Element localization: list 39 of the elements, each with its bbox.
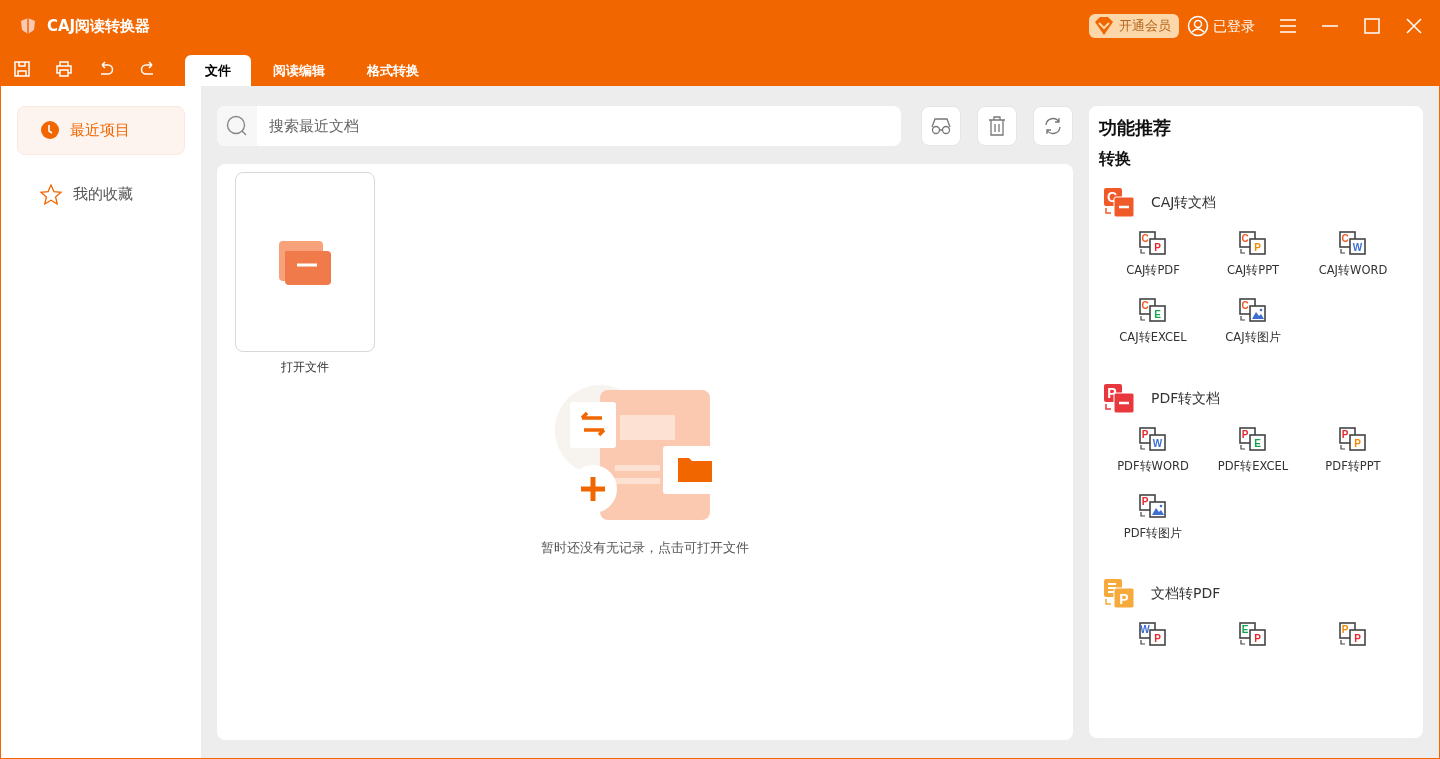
open-file-label: 打开文件 <box>280 359 330 376</box>
trash-icon <box>986 115 1008 137</box>
search-icon <box>225 114 249 138</box>
sidebar-item[interactable]: 我的收藏 <box>17 170 185 219</box>
maximize-icon[interactable] <box>1363 17 1381 35</box>
delete-button[interactable] <box>977 106 1017 146</box>
close-icon[interactable] <box>1405 17 1423 35</box>
print-icon[interactable] <box>55 60 73 78</box>
user-icon <box>1187 15 1209 37</box>
section-title: 文档转PDF <box>1151 584 1221 603</box>
glasses-icon <box>930 115 952 137</box>
star-icon <box>39 182 63 207</box>
panel-title: 功能推荐 <box>1099 116 1172 140</box>
app-title: CAJ阅读转换器 <box>47 15 151 37</box>
panel-subtitle: 转换 <box>1099 148 1132 170</box>
refresh-button[interactable] <box>1033 106 1073 146</box>
save-icon[interactable] <box>13 60 31 78</box>
clock-icon <box>40 120 60 141</box>
conversion-item[interactable]: E P <box>1203 621 1303 647</box>
view-button[interactable] <box>921 106 961 146</box>
conversion-item[interactable]: C E CAJ转EXCEL <box>1103 297 1203 347</box>
conversion-item[interactable]: P E PDF转EXCEL <box>1203 425 1303 475</box>
tab[interactable]: 文件 <box>185 55 251 86</box>
conversion-item[interactable]: C CAJ转图片 <box>1203 297 1303 347</box>
conversion-item[interactable]: P P <box>1303 621 1403 647</box>
conversion-item[interactable]: C P CAJ转PDF <box>1103 230 1203 280</box>
menu-icon[interactable] <box>1279 17 1297 35</box>
section-title: CAJ转文档 <box>1151 193 1217 212</box>
conversion-item[interactable]: P P PDF转PPT <box>1303 425 1403 475</box>
conversion-item[interactable]: C W CAJ转WORD <box>1303 230 1403 280</box>
section-title: PDF转文档 <box>1151 388 1221 408</box>
diamond-icon <box>1093 16 1115 36</box>
refresh-icon <box>1042 115 1064 137</box>
conversion-item[interactable]: C P CAJ转PPT <box>1203 230 1303 280</box>
conversion-item[interactable]: P PDF转图片 <box>1103 492 1203 542</box>
open-file-tile[interactable] <box>235 172 375 352</box>
conversion-item[interactable]: P W PDF转WORD <box>1103 425 1203 475</box>
search-field[interactable]: 搜索最近文档 <box>217 106 901 146</box>
empty-message: 暂时还没有无记录，点击可打开文件 <box>541 539 749 557</box>
